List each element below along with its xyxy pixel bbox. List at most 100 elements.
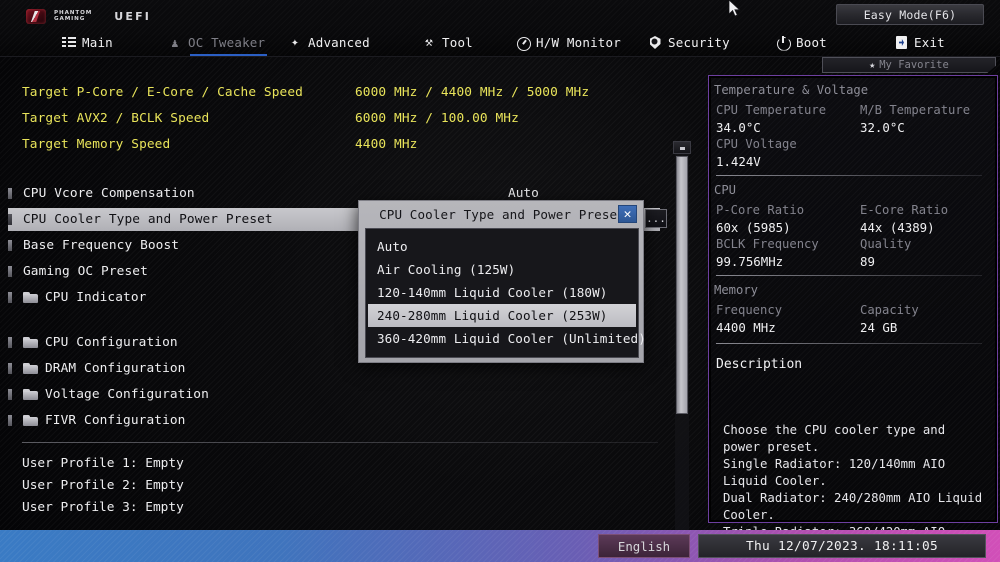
footer-bar: English Thu 12/07/2023. 18:11:05 (0, 530, 1000, 562)
folder-icon (23, 337, 38, 348)
list-icon (62, 36, 76, 50)
tab-label: Advanced (308, 35, 370, 50)
content-scrollbar[interactable] (673, 141, 691, 562)
panel-divider (716, 343, 982, 344)
easy-mode-button[interactable]: Easy Mode(F6) (836, 4, 984, 25)
tab-label: Tool (442, 35, 473, 50)
dialog-title: CPU Cooler Type and Power Preset (359, 201, 645, 227)
panel-metric-label: CPU Temperature (716, 103, 826, 117)
tab-label: Exit (914, 35, 945, 50)
panel-metric-value: 32.0°C (860, 120, 905, 135)
target-value: 6000 MHz / 100.00 MHz (355, 111, 519, 126)
setting-label: Base Frequency Boost (23, 238, 179, 253)
panel-metric-label: E-Core Ratio (860, 203, 948, 217)
uefi-label: UEFI (114, 10, 151, 23)
hardware-info-inner: Description Choose the CPU cooler type a… (714, 81, 992, 519)
target-label: Target AVX2 / BCLK Speed (22, 111, 209, 126)
dialog-option[interactable]: 120-140mm Liquid Cooler (180W) (366, 281, 638, 304)
setting-label: Voltage Configuration (45, 387, 209, 402)
panel-metric-value: 44x (4389) (860, 220, 935, 235)
tab-security[interactable]: Security (648, 28, 730, 57)
panel-metric-label: P-Core Ratio (716, 203, 804, 217)
target-summary-row: Target P-Core / E-Core / Cache Speed6000… (0, 85, 660, 105)
folder-icon (23, 363, 38, 374)
main-tab-bar: Main ♟OC Tweaker ✦Advanced ⚒ Tool H/W Monitor… (0, 28, 1000, 57)
cpu-cooler-preset-dialog: CPU Cooler Type and Power Preset ✕ AutoA… (358, 200, 644, 363)
language-button[interactable]: English (598, 534, 690, 558)
ellipsis-button[interactable]: ... (645, 209, 667, 228)
setting-label: CPU Vcore Compensation (23, 186, 195, 201)
folder-icon (23, 292, 38, 303)
setting-value[interactable]: Auto (508, 186, 539, 201)
uefi-setup-screen: PHANTOM GAMING UEFI Easy Mode(F6) Main ♟O… (0, 0, 1000, 562)
tab-label: Boot (796, 35, 827, 50)
tab-octweaker[interactable]: ♟OC Tweaker (168, 28, 265, 57)
panel-section-title: CPU (714, 183, 736, 197)
my-favorite-button[interactable]: ★ My Favorite (822, 57, 996, 73)
setting-label: CPU Cooler Type and Power Preset (23, 212, 273, 227)
dialog-option[interactable]: 360-420mm Liquid Cooler (Unlimited) (366, 327, 638, 350)
panel-metric-value: 1.424V (716, 154, 761, 169)
row-marker-icon (8, 188, 12, 199)
setting-label: Gaming OC Preset (23, 264, 148, 279)
tab-hwmonitor[interactable]: H/W Monitor (516, 28, 621, 57)
row-marker-icon (8, 363, 12, 374)
setting-row-fivr-configuration[interactable]: FIVR Configuration (8, 409, 660, 432)
tab-label: H/W Monitor (536, 35, 621, 50)
panel-metric-label: CPU Voltage (716, 137, 797, 151)
scroll-up-button[interactable] (673, 141, 691, 154)
tab-label: Security (668, 35, 730, 50)
folder-icon (23, 415, 38, 426)
panel-section-title: Memory (714, 283, 758, 297)
description-title: Description (716, 357, 802, 372)
user-profile-row[interactable]: User Profile 1: Empty (22, 456, 184, 471)
panel-metric-value: 4400 MHz (716, 320, 776, 335)
wrench-icon: ⚒ (422, 36, 436, 50)
phantom-gaming-logo-icon (26, 9, 46, 24)
panel-metric-value: 24 GB (860, 320, 897, 335)
tab-boot[interactable]: Boot (776, 28, 827, 57)
panel-metric-label: M/B Temperature (860, 103, 970, 117)
tab-label: Main (82, 35, 113, 50)
brand-line-2: GAMING (54, 17, 92, 23)
dialog-option[interactable]: Air Cooling (125W) (366, 258, 638, 281)
row-marker-icon (8, 337, 12, 348)
panel-metric-label: Quality (860, 237, 911, 251)
scrollbar-thumb[interactable] (676, 156, 688, 414)
row-marker-icon (8, 240, 12, 251)
section-divider (22, 442, 658, 443)
setting-row-voltage-configuration[interactable]: Voltage Configuration (8, 383, 660, 406)
setting-label: DRAM Configuration (45, 361, 185, 376)
setting-label: CPU Configuration (45, 335, 178, 350)
target-summary-row: Target AVX2 / BCLK Speed 6000 MHz / 100.0… (0, 111, 660, 131)
user-profile-row[interactable]: User Profile 2: Empty (22, 478, 184, 493)
mouse-cursor-icon (729, 0, 742, 18)
panel-metric-label: BCLK Frequency (716, 237, 819, 251)
panel-metric-label: Frequency (716, 303, 782, 317)
tab-main[interactable]: Main (62, 28, 113, 57)
my-favorite-label: My Favorite (879, 59, 949, 71)
header-bar: PHANTOM GAMING UEFI Easy Mode(F6) Main ♟O… (0, 0, 1000, 57)
panel-metric-value: 89 (860, 254, 875, 269)
power-icon (776, 36, 790, 50)
panel-metric-label: Capacity (860, 303, 919, 317)
tab-tool[interactable]: ⚒ Tool (422, 28, 473, 57)
user-profile-row[interactable]: User Profile 3: Empty (22, 500, 184, 515)
tab-exit[interactable]: Exit (894, 28, 945, 57)
panel-section-title: Temperature & Voltage (714, 83, 868, 97)
target-label: Target Memory Speed (22, 137, 170, 152)
dialog-option[interactable]: Auto (366, 235, 638, 258)
target-value: 6000 MHz / 4400 MHz / 5000 MHz (355, 85, 589, 100)
row-marker-icon (8, 415, 12, 426)
setting-label: FIVR Configuration (45, 413, 185, 428)
dialog-option[interactable]: 240-280mm Liquid Cooler (253W) (368, 304, 636, 327)
brand-logo-group: PHANTOM GAMING UEFI (26, 9, 151, 24)
datetime-display[interactable]: Thu 12/07/2023. 18:11:05 (698, 534, 986, 558)
brand-name: PHANTOM GAMING (54, 11, 92, 22)
tab-advanced[interactable]: ✦Advanced (288, 28, 370, 57)
row-marker-icon (8, 389, 12, 400)
target-value: 4400 MHz (355, 137, 417, 152)
close-icon[interactable]: ✕ (618, 205, 637, 223)
panel-divider (716, 275, 982, 276)
exit-icon (894, 36, 908, 50)
